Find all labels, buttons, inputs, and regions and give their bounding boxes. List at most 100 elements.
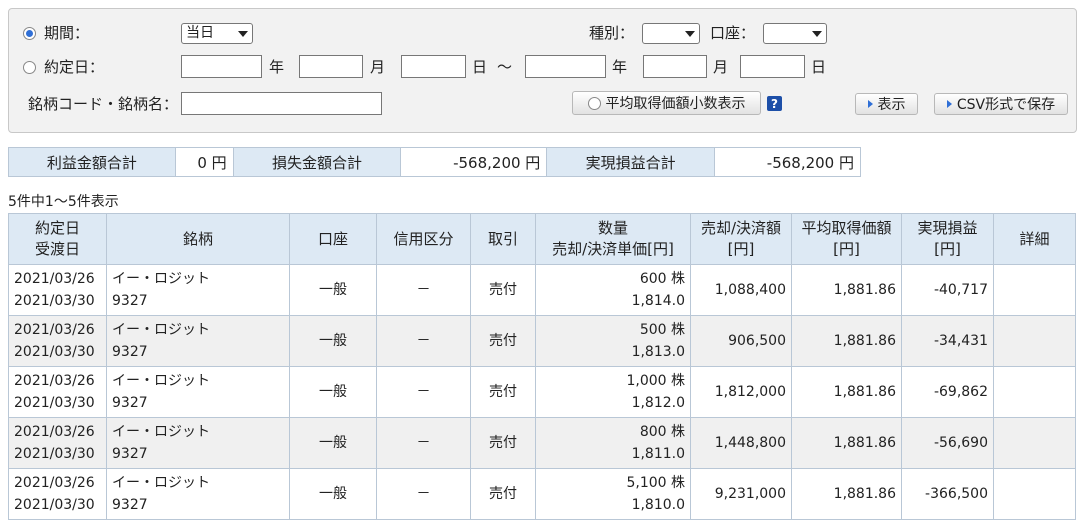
cell-detail [993,417,1076,469]
avg-decimal-button[interactable]: 平均取得価額小数表示 [572,91,761,115]
realized-total-label: 実現損益合計 [546,147,716,177]
stock-code: 9327 [112,395,148,411]
profit-total-value: 0 円 [174,147,234,177]
to-month-unit: 月 [713,58,729,76]
cell-amount: 1,812,000 [690,366,792,418]
col-amount: 売却/決済額 [円] [690,213,792,265]
cell-stock: イー・ロジット 9327 [106,468,290,520]
col-date: 約定日 受渡日 [8,213,107,265]
to-day-unit: 日 [811,58,827,76]
cell-stock: イー・ロジット 9327 [106,417,290,469]
cell-amount: 1,448,800 [690,417,792,469]
col-stock: 銘柄 [106,213,290,265]
cell-quantity: 600 株 1,814.0 [535,264,691,316]
cell-avg-price: 1,881.86 [791,264,902,316]
cell-detail [993,315,1076,367]
cell-avg-price: 1,881.86 [791,315,902,367]
cell-quantity: 500 株 1,813.0 [535,315,691,367]
chevron-down-icon [685,30,695,37]
period-select[interactable]: 当日 [181,23,253,44]
cell-quantity: 1,000 株 1,812.0 [535,366,691,418]
from-year-input[interactable] [181,55,262,78]
stock-name: イー・ロジット [112,271,210,287]
trade-date: 2021/03/26 [14,322,95,338]
from-day-input[interactable] [401,55,466,78]
to-year-input[interactable] [525,55,606,78]
unit-price: 1,813.0 [631,344,685,360]
cell-trade: 売付 [470,468,536,520]
contract-date-label: 約定日： [44,58,105,76]
period-radio[interactable] [23,27,36,40]
col-trade: 取引 [470,213,536,265]
cell-trade: 売付 [470,366,536,418]
stock-name: イー・ロジット [112,424,210,440]
stock-name: イー・ロジット [112,475,210,491]
stock-name: イー・ロジット [112,373,210,389]
from-year-unit: 年 [269,58,285,76]
col-detail: 詳細 [993,213,1076,265]
settle-date: 2021/03/30 [14,395,95,411]
table-row: 2021/03/26 2021/03/30 イー・ロジット 9327 一般－売付 1,00… [8,366,1076,418]
cell-avg-price: 1,881.86 [791,468,902,520]
cell-realized-pl: -56,690 [901,417,994,469]
profit-total-label: 利益金額合計 [8,147,176,177]
stock-code: 9327 [112,446,148,462]
avg-decimal-button-label: 平均取得価額小数表示 [605,96,746,112]
cell-amount: 906,500 [690,315,792,367]
stock-code: 9327 [112,293,148,309]
csv-save-button[interactable]: CSV形式で保存 [934,93,1068,115]
cell-detail [993,366,1076,418]
stock-code: 9327 [112,344,148,360]
to-year-unit: 年 [612,58,628,76]
table-header-row: 約定日 受渡日 銘柄 口座 信用区分 取引 数量 売却/決済単価[円] 売却/決済額… [8,213,1076,265]
csv-save-button-label: CSV形式で保存 [956,97,1056,113]
arrow-right-icon [946,100,952,108]
unit-price: 1,812.0 [631,395,685,411]
cell-dates: 2021/03/26 2021/03/30 [8,417,107,469]
to-day-input[interactable] [740,55,805,78]
show-button[interactable]: 表示 [855,93,918,115]
table-row: 2021/03/26 2021/03/30 イー・ロジット 9327 一般－売付 500 … [8,315,1076,367]
stock-name: イー・ロジット [112,322,210,338]
arrow-right-icon [867,100,873,108]
stock-code-input[interactable] [181,92,382,115]
col-quantity: 数量 売却/決済単価[円] [535,213,691,265]
col-realized-pl: 実現損益 [円] [901,213,994,265]
cell-avg-price: 1,881.86 [791,417,902,469]
unit-price: 1,811.0 [631,446,685,462]
cell-realized-pl: -366,500 [901,468,994,520]
realized-total-value: -568,200 円 [714,147,861,177]
loss-total-value: -568,200 円 [400,147,548,177]
cell-account: 一般 [289,468,377,520]
kind-label: 種別： [589,24,635,42]
range-tilde: ～ [497,58,513,76]
cell-dates: 2021/03/26 2021/03/30 [8,264,107,316]
cell-realized-pl: -40,717 [901,264,994,316]
account-select[interactable] [763,23,827,44]
from-month-input[interactable] [299,55,363,78]
cell-account: 一般 [289,264,377,316]
trade-date: 2021/03/26 [14,271,95,287]
cell-margin: － [376,468,471,520]
kind-select[interactable] [642,23,700,44]
trade-date: 2021/03/26 [14,475,95,491]
summary-table: 利益金額合計 0 円 損失金額合計 -568,200 円 実現損益合計 -568… [8,147,861,177]
stock-code: 9327 [112,497,148,513]
contract-date-radio[interactable] [23,61,36,74]
cell-dates: 2021/03/26 2021/03/30 [8,366,107,418]
help-icon[interactable]: ? [767,96,782,111]
cell-quantity: 800 株 1,811.0 [535,417,691,469]
cell-stock: イー・ロジット 9327 [106,315,290,367]
chevron-down-icon [238,30,248,37]
cell-amount: 1,088,400 [690,264,792,316]
loss-total-label: 損失金額合計 [232,147,402,177]
trade-date: 2021/03/26 [14,373,95,389]
cell-amount: 9,231,000 [690,468,792,520]
trade-date: 2021/03/26 [14,424,95,440]
table-row: 2021/03/26 2021/03/30 イー・ロジット 9327 一般－売付 5,10… [8,468,1076,520]
cell-stock: イー・ロジット 9327 [106,264,290,316]
cell-margin: － [376,417,471,469]
to-month-input[interactable] [643,55,707,78]
settle-date: 2021/03/30 [14,293,95,309]
period-label: 期間： [44,24,90,42]
